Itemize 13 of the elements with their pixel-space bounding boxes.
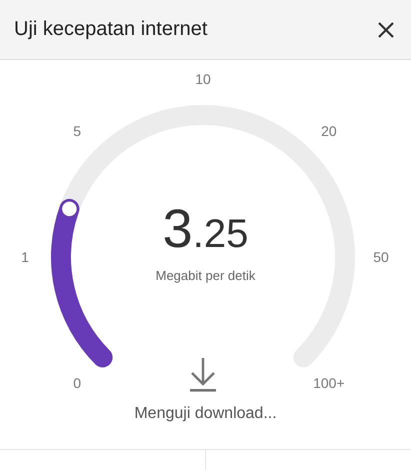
scale-label: 10 — [195, 71, 211, 87]
unit-label: Megabit per detik — [156, 268, 256, 283]
scale-label: 50 — [373, 249, 389, 265]
scale-label: 0 — [73, 374, 82, 391]
download-icon — [189, 357, 217, 393]
status-text: Menguji download... — [133, 405, 278, 423]
scale-label: 5 — [73, 123, 82, 140]
window-title: Uji kecepatan internet — [14, 18, 208, 41]
speed-value: 3.25 — [162, 202, 248, 256]
scale-label: 1 — [21, 249, 29, 265]
scale-label: 20 — [321, 123, 337, 140]
scale-label: 100+ — [313, 374, 345, 391]
close-icon[interactable] — [377, 20, 395, 38]
